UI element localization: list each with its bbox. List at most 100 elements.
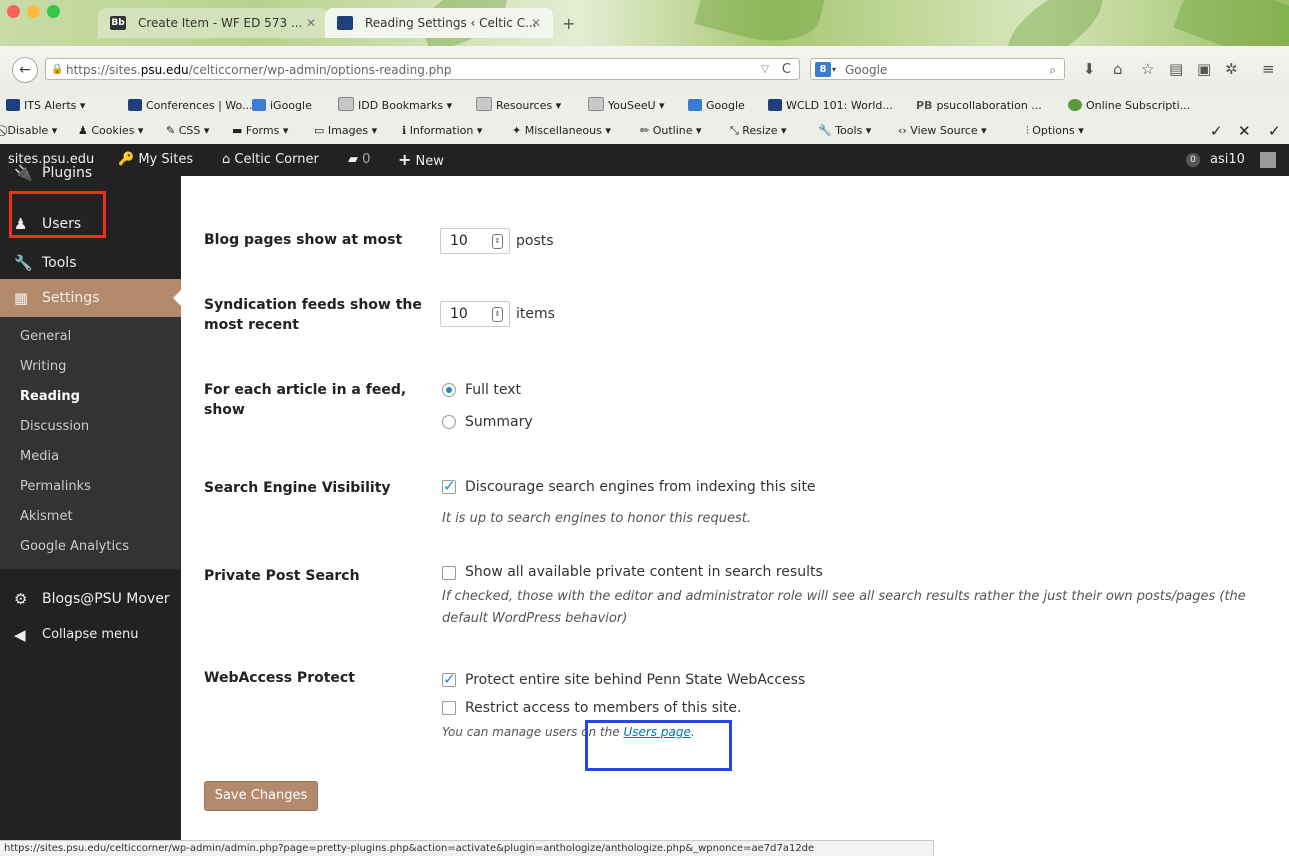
comments-count: 0 [362, 152, 371, 167]
bookmark-label: psucollaboration ... [936, 99, 1042, 112]
bookmark-item[interactable]: Online Subscripti... [1068, 94, 1190, 118]
close-icon[interactable]: ✕ [1238, 118, 1251, 144]
search-icon[interactable]: ⌕ [1049, 59, 1056, 81]
new-content-menu[interactable]: + New [398, 144, 444, 178]
download-icon[interactable]: ⬇ [1083, 60, 1096, 78]
stepper-icon[interactable]: ⇕ [492, 234, 503, 249]
comments-link[interactable]: ▰ 0 [348, 144, 370, 176]
submenu-media[interactable]: Media [0, 442, 181, 472]
private-search-option-label: Show all available private content in se… [465, 564, 823, 580]
dev-menu-images[interactable]: ▭ Images ▾ [314, 118, 377, 144]
folder-icon [588, 97, 604, 111]
dev-menu-miscellaneous[interactable]: ✦ Miscellaneous ▾ [512, 118, 611, 144]
extension-icon[interactable]: ▣ [1197, 60, 1211, 78]
bookmark-item[interactable]: PB psucollaboration ... [916, 94, 1042, 118]
submenu-discussion[interactable]: Discussion [0, 412, 181, 442]
tab-close-icon[interactable]: ✕ [306, 8, 316, 38]
submenu-google-analytics[interactable]: Google Analytics [0, 532, 181, 562]
save-changes-button[interactable]: Save Changes [204, 781, 318, 811]
new-tab-button[interactable]: + [562, 14, 575, 33]
dev-menu-outline[interactable]: ✏ Outline ▾ [640, 118, 702, 144]
dev-menu-view-source[interactable]: ‹› View Source ▾ [898, 118, 987, 144]
bookmark-item[interactable]: Google [688, 94, 745, 118]
bookmark-item[interactable]: IDD Bookmarks ▾ [338, 94, 452, 118]
google-icon [252, 99, 266, 111]
dev-menu-information[interactable]: ℹ Information ▾ [402, 118, 482, 144]
summary-radio[interactable] [442, 415, 456, 429]
back-button[interactable]: ← [12, 57, 38, 83]
dev-menu-options[interactable]: ⫶ Options ▾ [1026, 118, 1084, 144]
submenu-reading[interactable]: Reading [0, 382, 181, 412]
bookmark-label: WCLD 101: World... [786, 99, 893, 112]
private-search-checkbox[interactable] [442, 566, 456, 580]
window-minimize-button[interactable] [27, 5, 40, 18]
bookmark-item[interactable]: YouSeeU ▾ [588, 94, 665, 118]
dev-menu-resize[interactable]: ⤡ Resize ▾ [730, 118, 787, 144]
submenu-general[interactable]: General [0, 322, 181, 352]
protect-site-label: Protect entire site behind Penn State We… [465, 672, 806, 688]
dev-menu-label: Images ▾ [327, 124, 378, 137]
dev-menu-label: View Source ▾ [910, 124, 987, 137]
window-close-button[interactable] [7, 5, 20, 18]
stepper-icon[interactable]: ⇕ [492, 307, 503, 322]
feeds-input[interactable]: 10 ⇕ [440, 301, 510, 327]
addon-icon[interactable]: ✲ [1225, 60, 1238, 78]
dropdown-icon[interactable]: ▽ [761, 59, 769, 81]
webaccess-protect-label: WebAccess Protect [204, 670, 355, 686]
collapse-menu-button[interactable]: ◀ Collapse menu [0, 616, 181, 654]
user-menu[interactable]: asi10 [1210, 144, 1245, 176]
bookmark-item[interactable]: ITS Alerts ▾ [6, 94, 85, 118]
full-text-label: Full text [465, 382, 522, 398]
dev-menu-label: Outline ▾ [652, 124, 702, 137]
window-zoom-button[interactable] [47, 5, 60, 18]
bookmark-item[interactable]: iGoogle [252, 94, 312, 118]
user-icon: ♟ [78, 124, 92, 137]
check-icon[interactable]: ✓ [1210, 118, 1223, 144]
dev-menu-css[interactable]: ✎ CSS ▾ [166, 118, 209, 144]
bookmark-item[interactable]: Resources ▾ [476, 94, 561, 118]
blog-pages-label: Blog pages show at most [204, 232, 403, 248]
wrench-icon: 🔧 [818, 124, 836, 137]
notifications-badge[interactable]: 0 [1186, 153, 1200, 167]
dev-menu-cookies[interactable]: ♟ Cookies ▾ [78, 118, 143, 144]
home-icon[interactable]: ⌂ [1113, 60, 1123, 78]
sidebar-item-settings[interactable]: ▦ Settings [0, 279, 181, 317]
tab-close-icon[interactable]: ✕ [531, 8, 541, 38]
reload-icon[interactable]: C [782, 59, 791, 81]
reading-list-icon[interactable]: ▤ [1169, 60, 1183, 78]
feeds-label-line-2: most recent [204, 317, 299, 333]
protect-site-checkbox[interactable] [442, 670, 456, 688]
full-text-radio[interactable] [442, 383, 456, 397]
dev-menu-disable[interactable]: ⃠ Disable ▾ [4, 118, 58, 144]
leaf-decoration [994, 0, 1116, 46]
tab-reading-settings[interactable]: Reading Settings ‹ Celtic C... ✕ [325, 8, 553, 38]
site-name-menu[interactable]: ⌂ Celtic Corner [222, 144, 319, 176]
dev-menu-tools[interactable]: 🔧 Tools ▾ [818, 118, 871, 144]
check-icon[interactable]: ✓ [1268, 118, 1281, 144]
submenu-permalinks[interactable]: Permalinks [0, 472, 181, 502]
wrench-icon: 🔧 [14, 254, 33, 272]
admin-sidebar: 🔌 Plugins ♟ Users 🔧 Tools ▦ Settings Gen… [0, 164, 181, 840]
avatar[interactable] [1260, 152, 1276, 168]
menu-icon[interactable]: ≡ [1262, 60, 1275, 78]
resize-icon: ⤡ [730, 124, 743, 137]
bookmark-item[interactable]: WCLD 101: World... [768, 94, 893, 118]
url-bar[interactable]: 🔒 https://sites.psu.edu/celticcorner/wp-… [45, 58, 800, 80]
misc-icon: ✦ [512, 124, 525, 137]
bookmark-item[interactable]: Conferences | Wo... [128, 94, 253, 118]
restrict-access-checkbox[interactable] [442, 701, 456, 715]
blog-pages-input[interactable]: 10 ⇕ [440, 228, 510, 254]
discourage-search-checkbox[interactable] [442, 477, 456, 495]
submenu-writing[interactable]: Writing [0, 352, 181, 382]
browser-nav-bar: ← 🔒 https://sites.psu.edu/celticcorner/w… [0, 46, 1289, 95]
sidebar-item-plugins[interactable]: 🔌 Plugins [0, 160, 181, 186]
submenu-akismet[interactable]: Akismet [0, 502, 181, 532]
search-input[interactable]: 8 ▾ Google ⌕ [810, 58, 1065, 80]
tab-create-item[interactable]: Bb Create Item - WF ED 573 ... ✕ [98, 8, 328, 38]
star-icon[interactable]: ☆ [1141, 60, 1154, 78]
dev-menu-forms[interactable]: ▬ Forms ▾ [232, 118, 288, 144]
google-icon: 8 [815, 62, 831, 77]
dev-menu-label: Options ▾ [1032, 124, 1084, 137]
sidebar-item-blogs-mover[interactable]: ⚙ Blogs@PSU Mover [0, 580, 181, 618]
sidebar-item-tools[interactable]: 🔧 Tools [0, 244, 181, 282]
